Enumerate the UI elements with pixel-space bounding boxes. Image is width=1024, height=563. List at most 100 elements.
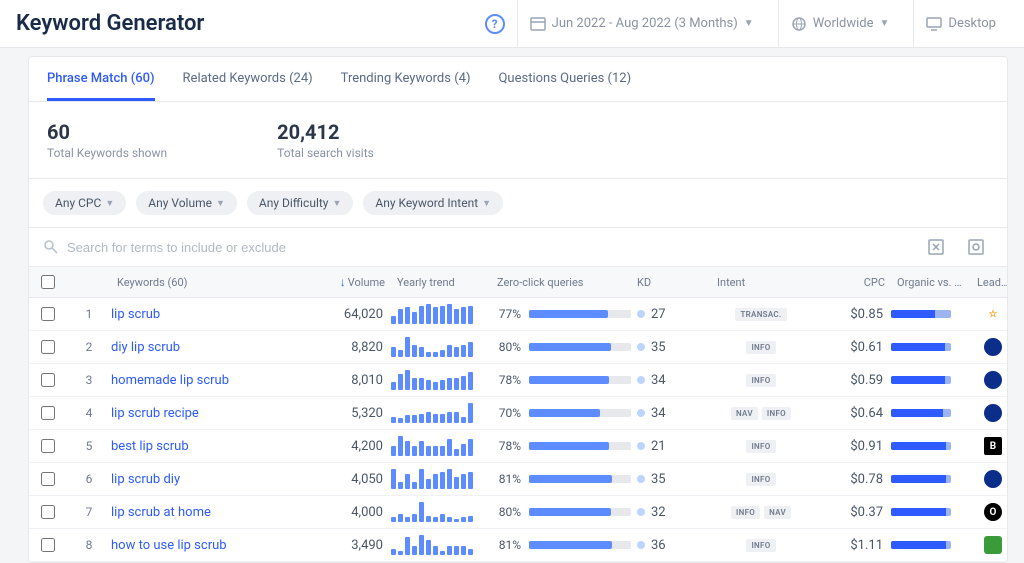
leader-badge	[984, 470, 1002, 488]
ovp-cell	[891, 475, 971, 483]
col-volume[interactable]: ↓Volume	[311, 267, 391, 297]
leader-cell: O	[971, 503, 1008, 521]
volume-value: 4,050	[311, 472, 391, 487]
chevron-down-icon: ▼	[482, 198, 491, 209]
filter-pill[interactable]: Any Keyword Intent ▼	[363, 191, 503, 215]
col-yearly-trend[interactable]: Yearly trend	[391, 268, 491, 297]
zero-click-cell: 81%	[491, 472, 631, 486]
col-intent[interactable]: Intent	[711, 268, 811, 297]
row-checkbox[interactable]	[41, 439, 55, 453]
row-checkbox[interactable]	[41, 472, 55, 486]
row-index: 3	[67, 373, 111, 387]
keyword-link[interactable]: how to use lip scrub	[111, 538, 311, 553]
leader-cell	[971, 404, 1008, 422]
intent-cell: INFO	[711, 374, 811, 387]
leader-cell	[971, 470, 1008, 488]
cpc-value: $0.91	[811, 439, 891, 454]
filter-pill[interactable]: Any CPC▼	[43, 191, 126, 215]
row-checkbox[interactable]	[41, 538, 55, 552]
col-leader[interactable]: Leader	[971, 268, 1008, 297]
keyword-link[interactable]: best lip scrub	[111, 439, 311, 454]
keyword-link[interactable]: lip scrub diy	[111, 472, 311, 487]
ovp-cell	[891, 310, 971, 318]
col-ovp[interactable]: Organic vs. Paid	[891, 268, 971, 297]
date-range-label: Jun 2022 - Aug 2022 (3 Months)	[552, 16, 738, 31]
leader-badge	[984, 338, 1002, 356]
kd-cell: 34	[631, 373, 711, 388]
table-row: 4lip scrub recipe5,32070%34NAVINFO$0.64	[29, 397, 1007, 430]
tab[interactable]: Phrase Match (60)	[47, 57, 155, 101]
filter-pill[interactable]: Any Volume▼	[136, 191, 237, 215]
ovp-cell	[891, 409, 971, 417]
row-checkbox[interactable]	[41, 340, 55, 354]
stat-total-keywords-value: 60	[47, 120, 167, 144]
kd-cell: 32	[631, 505, 711, 520]
volume-value: 8,010	[311, 373, 391, 388]
leader-badge: O	[984, 503, 1002, 521]
col-keywords[interactable]: Keywords (60)	[111, 268, 311, 297]
region-selector[interactable]: Worldwide ▼	[778, 0, 902, 48]
stat-total-visits-label: Total search visits	[277, 146, 374, 160]
intent-cell: INFO	[711, 440, 811, 453]
select-all-checkbox[interactable]	[41, 275, 55, 289]
trend-sparkline	[391, 502, 491, 522]
leader-badge: B	[984, 437, 1002, 455]
zero-click-cell: 78%	[491, 439, 631, 453]
tab[interactable]: Trending Keywords (4)	[341, 57, 471, 101]
leader-cell: B	[971, 437, 1008, 455]
volume-value: 4,200	[311, 439, 391, 454]
col-cpc[interactable]: CPC	[811, 268, 891, 297]
volume-value: 3,490	[311, 538, 391, 553]
table-row: 8how to use lip scrub3,49081%36INFO$1.11	[29, 529, 1007, 562]
keyword-link[interactable]: homemade lip scrub	[111, 373, 311, 388]
cpc-value: $0.61	[811, 340, 891, 355]
volume-value: 4,000	[311, 505, 391, 520]
chevron-down-icon: ▼	[332, 198, 341, 209]
row-index: 4	[67, 406, 111, 420]
page-title: Keyword Generator	[16, 11, 485, 36]
region-label: Worldwide	[813, 16, 874, 31]
globe-icon	[791, 16, 807, 32]
keyword-link[interactable]: diy lip scrub	[111, 340, 311, 355]
calendar-icon	[530, 16, 546, 32]
help-icon[interactable]: ?	[485, 14, 505, 34]
zero-click-cell: 70%	[491, 406, 631, 420]
table-row: 6lip scrub diy4,05081%35INFO$0.78	[29, 463, 1007, 496]
table-row: 3homemade lip scrub8,01078%34INFO$0.59	[29, 364, 1007, 397]
cpc-value: $1.11	[811, 538, 891, 553]
stat-total-visits-value: 20,412	[277, 120, 374, 144]
desktop-icon	[926, 16, 942, 32]
leader-cell: ☆	[971, 305, 1008, 323]
device-selector[interactable]: Desktop	[913, 0, 1008, 48]
trend-sparkline	[391, 370, 491, 390]
search-input[interactable]	[67, 240, 927, 255]
table-row: 2diy lip scrub8,82080%35INFO$0.61	[29, 331, 1007, 364]
keyword-link[interactable]: lip scrub recipe	[111, 406, 311, 421]
leader-cell	[971, 536, 1008, 554]
row-checkbox[interactable]	[41, 406, 55, 420]
col-zero-click[interactable]: Zero-click queries	[491, 268, 631, 297]
col-kd[interactable]: KD	[631, 268, 711, 297]
tab[interactable]: Related Keywords (24)	[183, 57, 313, 101]
ovp-cell	[891, 442, 971, 450]
keyword-link[interactable]: lip scrub	[111, 307, 311, 322]
filter-label: Any CPC	[55, 196, 101, 210]
trend-sparkline	[391, 535, 491, 555]
row-checkbox[interactable]	[41, 307, 55, 321]
filter-label: Any Keyword Intent	[375, 196, 478, 210]
row-index: 1	[67, 307, 111, 321]
row-index: 5	[67, 439, 111, 453]
columns-settings-icon[interactable]	[967, 238, 985, 256]
tab[interactable]: Questions Queries (12)	[498, 57, 631, 101]
row-checkbox[interactable]	[41, 373, 55, 387]
row-index: 6	[67, 472, 111, 486]
star-icon: ☆	[984, 305, 1002, 323]
export-icon[interactable]	[927, 238, 945, 256]
cpc-value: $0.64	[811, 406, 891, 421]
cpc-value: $0.59	[811, 373, 891, 388]
filter-pill[interactable]: Any Difficulty▼	[247, 191, 353, 215]
cpc-value: $0.85	[811, 307, 891, 322]
keyword-link[interactable]: lip scrub at home	[111, 505, 311, 520]
kd-cell: 35	[631, 472, 711, 487]
date-range-selector[interactable]: Jun 2022 - Aug 2022 (3 Months) ▼	[517, 0, 766, 48]
